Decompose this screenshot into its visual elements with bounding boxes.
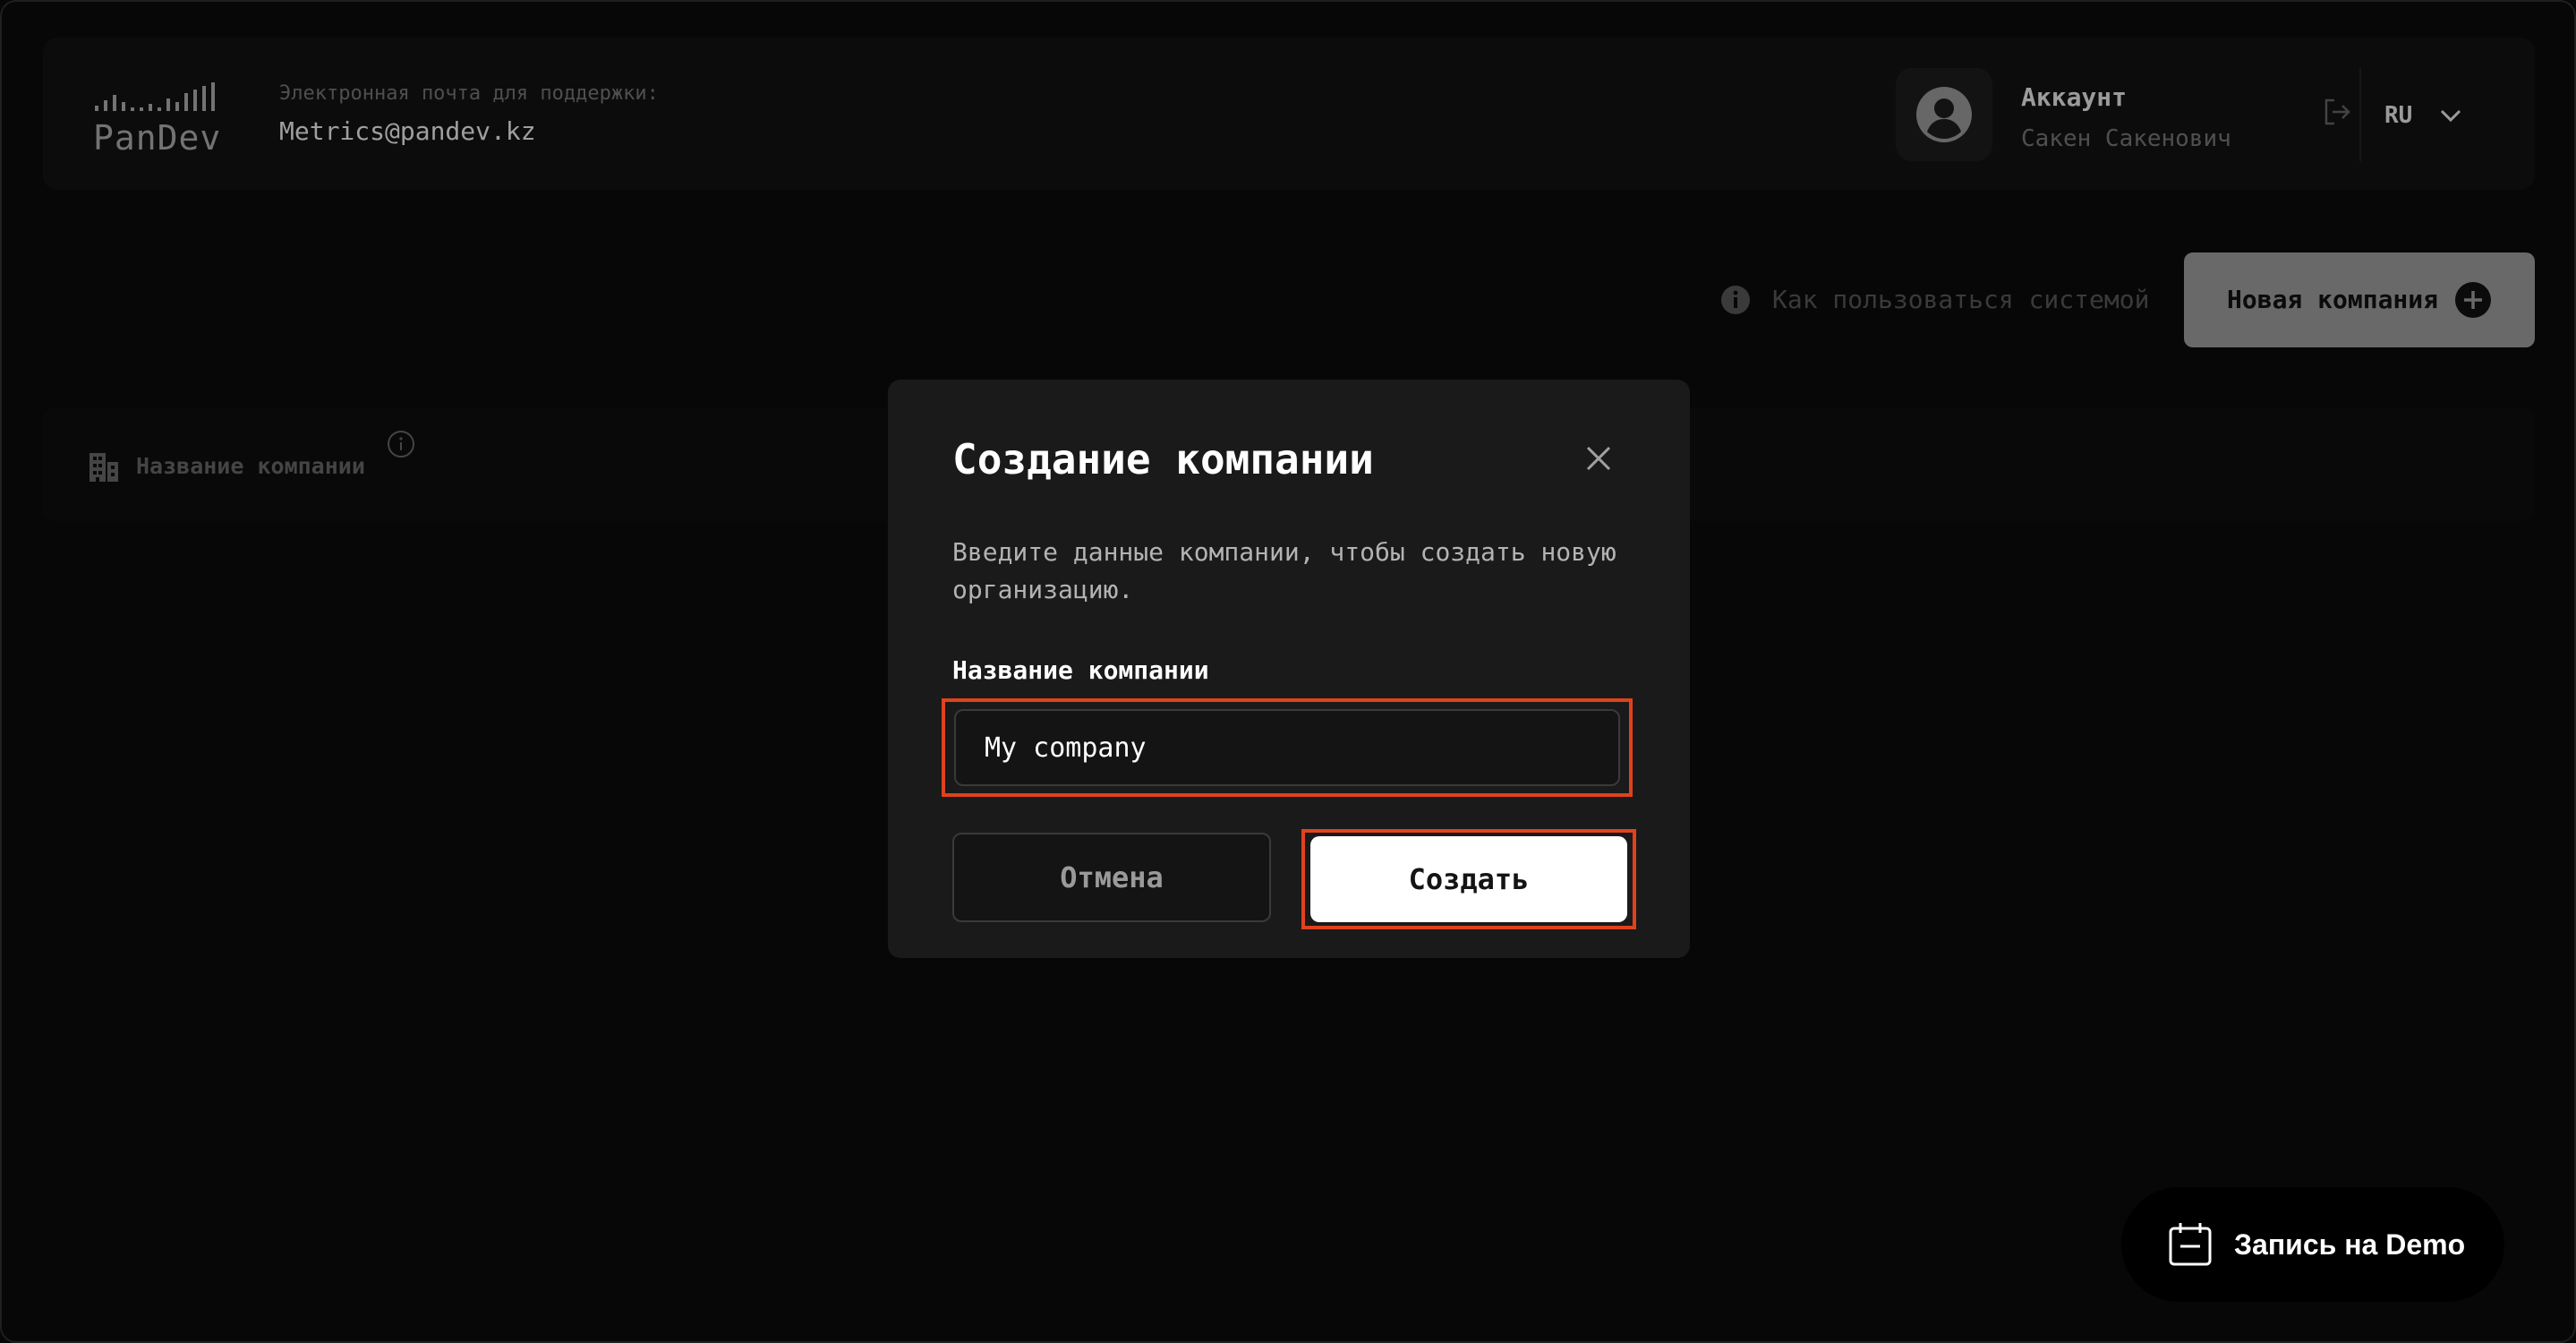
- modal-title: Создание компании: [952, 435, 1374, 483]
- calendar-icon: [2169, 1223, 2212, 1266]
- company-name-label: Название компании: [952, 655, 1209, 685]
- close-icon[interactable]: [1581, 441, 1616, 476]
- demo-booking-label: Запись на Demo: [2234, 1228, 2466, 1261]
- create-button[interactable]: Создать: [1310, 836, 1627, 922]
- modal-description: Введите данные компании, чтобы создать н…: [952, 537, 1616, 604]
- create-button-highlight: Создать: [1301, 829, 1636, 929]
- cancel-button[interactable]: Отмена: [952, 833, 1271, 922]
- company-name-highlight: [942, 698, 1633, 797]
- company-name-input[interactable]: [954, 709, 1620, 786]
- demo-booking-button[interactable]: Запись на Demo: [2121, 1187, 2504, 1302]
- create-company-modal: Создание компании Введите данные компани…: [888, 380, 1690, 958]
